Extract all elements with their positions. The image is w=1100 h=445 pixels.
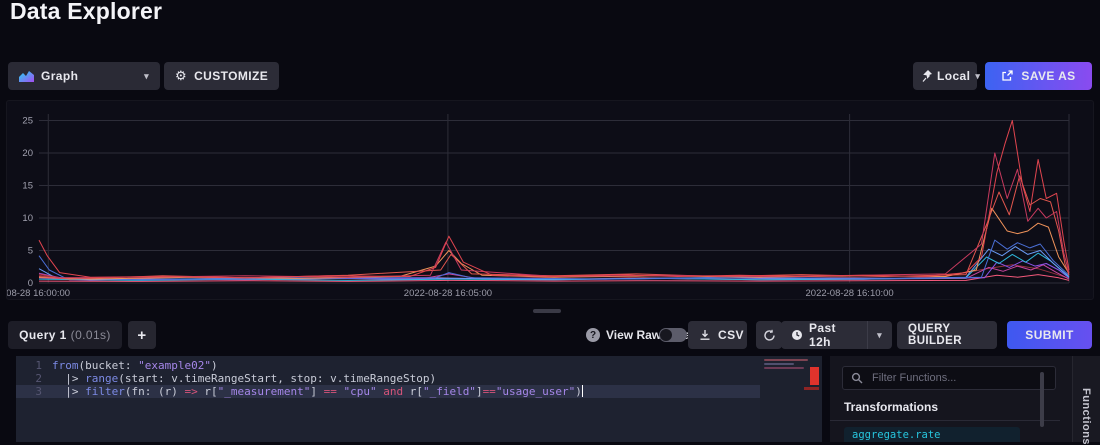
chevron-down-icon: ▾ [975, 72, 980, 81]
functions-scrollbar[interactable] [1040, 372, 1044, 427]
svg-text:2022-08-28 16:10:00: 2022-08-28 16:10:00 [806, 288, 894, 299]
query-builder-button[interactable]: QUERY BUILDER [897, 321, 997, 349]
clock-icon [791, 329, 803, 341]
download-icon [699, 329, 711, 341]
svg-text:25: 25 [22, 116, 33, 127]
svg-text:-08-28 16:00:00: -08-28 16:00:00 [7, 288, 70, 299]
csv-label: CSV [718, 328, 744, 342]
search-icon [851, 372, 863, 384]
view-type-label: Graph [41, 69, 78, 83]
svg-text:2022-08-28 16:05:00: 2022-08-28 16:05:00 [404, 288, 492, 299]
functions-panel: Transformations aggregate.rate [830, 356, 1072, 442]
area-chart-icon [19, 70, 34, 82]
code-line: 1from(bucket: "example02") [16, 359, 822, 372]
time-range-label: Past 12h [809, 321, 861, 349]
text-cursor [582, 385, 584, 397]
minimap-code-mark [764, 359, 808, 361]
line-number: 2 [16, 372, 52, 385]
filter-functions-input[interactable] [870, 371, 1024, 385]
svg-text:20: 20 [22, 148, 33, 159]
save-as-button[interactable]: SAVE AS [985, 62, 1092, 90]
pin-icon [922, 70, 932, 82]
refresh-icon [763, 329, 776, 342]
code-line: 2 |> range(start: v.timeRangeStart, stop… [16, 372, 822, 385]
refresh-button[interactable] [756, 321, 782, 349]
minimap-code-mark [764, 363, 794, 365]
function-item[interactable]: aggregate.rate [844, 427, 1020, 442]
time-range-dropdown[interactable]: Past 12h ▾ [781, 321, 892, 349]
help-icon[interactable]: ? [586, 328, 600, 342]
minimap-error-marker [810, 367, 819, 385]
submit-button[interactable]: SUBMIT [1007, 321, 1092, 349]
customize-button[interactable]: ⚙ CUSTOMIZE [164, 62, 279, 90]
minimap-code-mark [764, 367, 804, 369]
page-title: Data Explorer [10, 0, 162, 25]
local-dropdown[interactable]: Local ▾ [913, 62, 977, 90]
functions-side-tab-label: Functions [1080, 388, 1092, 445]
add-query-button[interactable]: + [128, 321, 156, 349]
svg-text:5: 5 [28, 246, 33, 257]
query-duration: (0.01s) [71, 328, 111, 342]
gear-icon: ⚙ [175, 68, 187, 84]
functions-section-title: Transformations [844, 400, 938, 414]
view-type-dropdown[interactable]: Graph ▾ [8, 62, 160, 90]
editor-minimap[interactable] [760, 356, 822, 442]
chevron-down-icon: ▾ [144, 72, 149, 81]
functions-side-tab[interactable]: Functions [1072, 356, 1100, 442]
chevron-down-icon: ▾ [867, 321, 882, 349]
save-as-label: SAVE AS [1021, 69, 1075, 83]
flux-code-editor[interactable]: 1from(bucket: "example02")2 |> range(sta… [16, 356, 822, 442]
minimap-error-underline [804, 387, 819, 390]
svg-text:10: 10 [22, 213, 33, 224]
query-tab[interactable]: Query 1 (0.01s) [8, 321, 122, 349]
local-label: Local [937, 69, 970, 83]
line-number: 1 [16, 359, 52, 372]
chart-panel: 0510152025-08-28 16:00:002022-08-28 16:0… [6, 100, 1094, 300]
pane-resize-handle[interactable] [533, 309, 561, 313]
code-line: 3 |> filter(fn: (r) => r["_measurement"]… [16, 385, 822, 398]
line-number: 3 [16, 385, 52, 398]
query-tab-name: Query 1 [19, 328, 67, 342]
toggle-knob [660, 329, 672, 341]
divider [830, 420, 1060, 421]
filter-functions-searchbox[interactable] [842, 366, 1056, 390]
export-icon [1001, 70, 1013, 82]
csv-button[interactable]: CSV [688, 321, 747, 349]
view-raw-data-toggle[interactable] [659, 328, 687, 342]
customize-label: CUSTOMIZE [194, 69, 268, 83]
svg-text:15: 15 [22, 181, 33, 192]
time-series-chart[interactable]: 0510152025-08-28 16:00:002022-08-28 16:0… [7, 101, 1093, 299]
